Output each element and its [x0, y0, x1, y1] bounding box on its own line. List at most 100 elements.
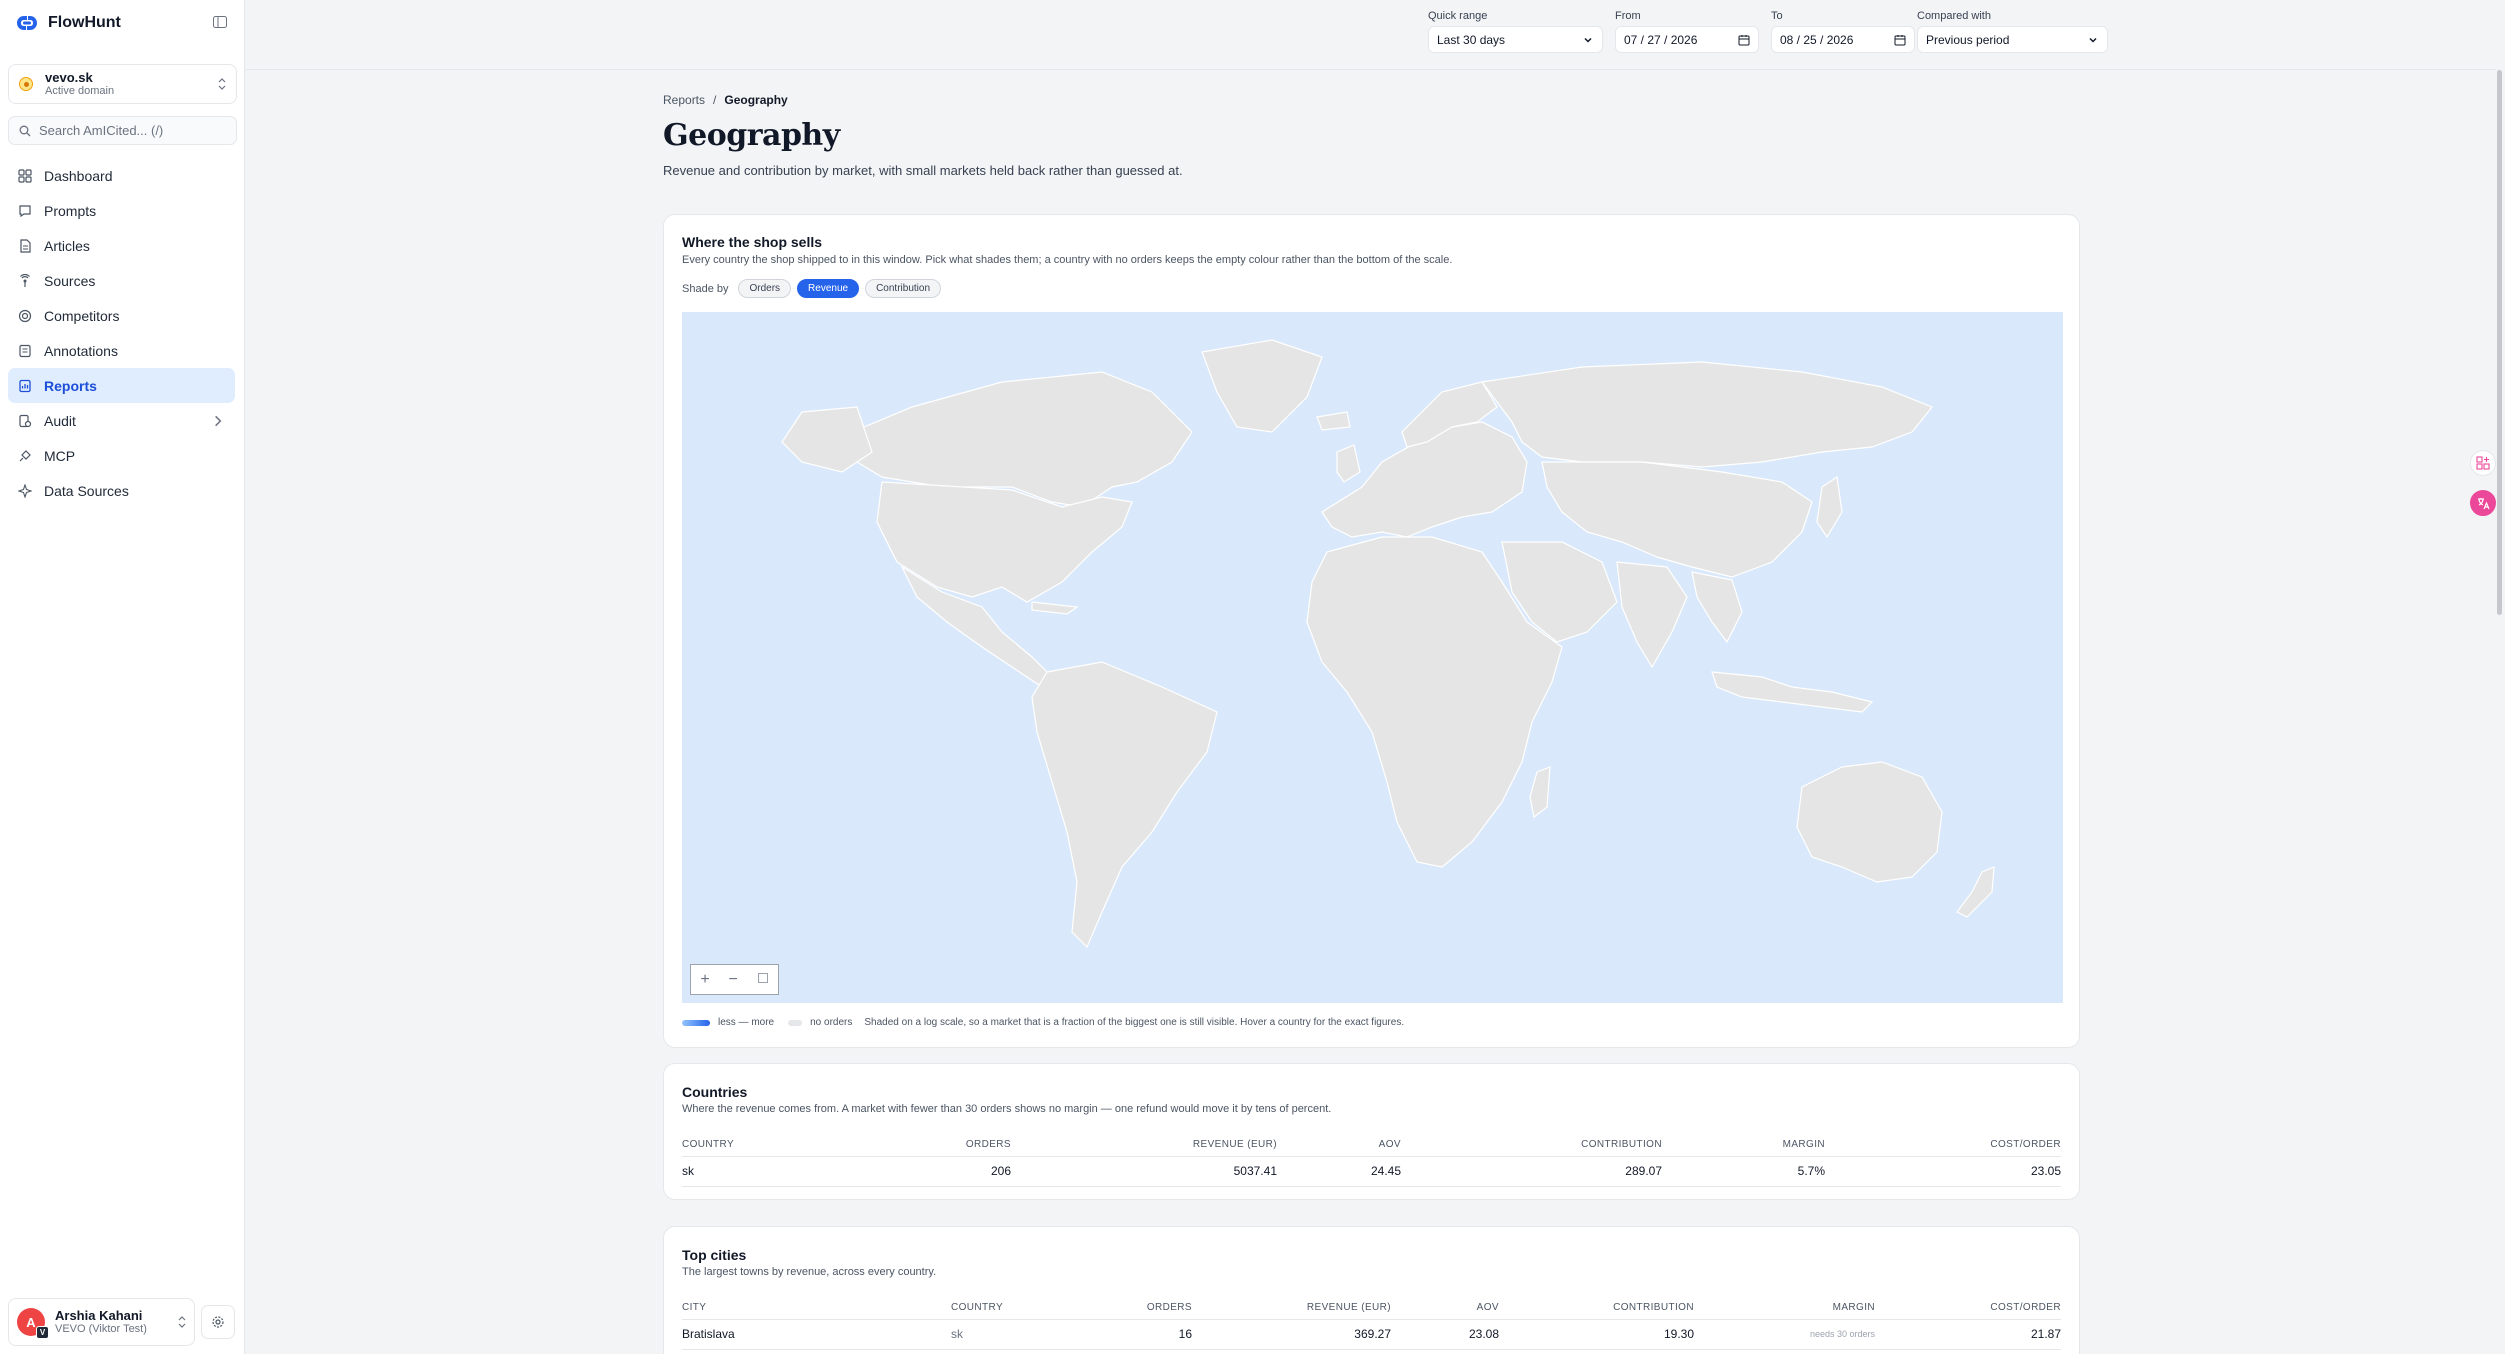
domain-status: Active domain — [45, 85, 115, 97]
sidebar-item-audit[interactable]: Audit — [8, 403, 235, 438]
user-org: VEVO (Viktor Test) — [55, 1323, 147, 1335]
to-date-input[interactable]: 08 / 25 / 2026 — [1771, 26, 1915, 53]
russia — [1480, 361, 1933, 468]
compared-value: Previous period — [1926, 32, 2010, 47]
zoom-in-button[interactable]: + — [700, 971, 709, 989]
sidebar-toggle-icon — [213, 16, 227, 28]
countries-card-desc: Where the revenue comes from. A market w… — [682, 1103, 1332, 1115]
from-date-input[interactable]: 07 / 27 / 2026 — [1615, 26, 1759, 53]
col-contribution[interactable]: Contribution — [1401, 1134, 1662, 1157]
broadcast-icon — [20, 273, 30, 287]
floating-translate-button[interactable] — [2470, 490, 2496, 516]
sidebar-item-label: Reports — [44, 377, 97, 394]
page-scrollbar[interactable] — [2497, 70, 2502, 615]
brand[interactable]: FlowHunt — [14, 12, 121, 34]
cell-aov: 23.08 — [1391, 1319, 1499, 1350]
indonesia — [1711, 671, 1874, 713]
sidebar-item-articles[interactable]: Articles — [8, 228, 235, 263]
col-revenue[interactable]: Revenue (EUR) — [1192, 1297, 1391, 1320]
sidebar-item-label: Annotations — [44, 342, 118, 359]
cell-cost-order: 23.05 — [1825, 1156, 2061, 1187]
domain-switcher[interactable]: vevo.sk Active domain — [8, 64, 237, 104]
col-country[interactable]: Country — [951, 1297, 1051, 1320]
zoom-out-button[interactable]: − — [728, 971, 737, 989]
japan — [1816, 475, 1843, 539]
calendar-icon — [1894, 34, 1906, 45]
plug-icon — [19, 449, 31, 461]
cell-contribution: 289.07 — [1401, 1156, 1662, 1187]
cities-card-title: Top cities — [682, 1247, 747, 1263]
cell-aov: 24.45 — [1277, 1156, 1401, 1187]
chevron-down-icon — [1584, 37, 1592, 43]
col-city[interactable]: City — [682, 1297, 951, 1320]
avatar-initial: A — [26, 1314, 36, 1330]
cities-table: City Country Orders Revenue (EUR) AOV Co… — [682, 1297, 2061, 1350]
search-box[interactable] — [8, 116, 237, 145]
user-menu-button[interactable]: A V Arshia Kahani VEVO (Viktor Test) — [8, 1298, 195, 1346]
quick-range-value: Last 30 days — [1437, 32, 1506, 47]
chevron-updown-icon — [218, 78, 226, 90]
compared-select[interactable]: Previous period — [1917, 26, 2108, 53]
brand-name: FlowHunt — [48, 14, 121, 31]
shade-contribution-button[interactable]: Contribution — [865, 279, 941, 298]
sidebar-item-sources[interactable]: Sources — [8, 263, 235, 298]
southeast-asia — [1691, 571, 1743, 644]
madagascar — [1529, 766, 1551, 819]
legend-empty-swatch — [788, 1019, 803, 1026]
sidebar-item-data-sources[interactable]: Data Sources — [8, 473, 235, 508]
greenland — [1201, 339, 1323, 433]
sidebar-item-label: MCP — [44, 447, 76, 464]
col-margin[interactable]: Margin — [1694, 1297, 1875, 1320]
col-country[interactable]: Country — [682, 1134, 862, 1157]
collapse-sidebar-button[interactable] — [210, 13, 230, 31]
col-margin[interactable]: Margin — [1662, 1134, 1825, 1157]
reset-view-icon[interactable] — [757, 971, 769, 989]
table-header-row: Country Orders Revenue (EUR) AOV Contrib… — [682, 1134, 2061, 1157]
page-subtitle: Revenue and contribution by market, with… — [663, 163, 1183, 178]
iceland — [1316, 411, 1351, 431]
compared-filter: Compared with Previous period — [1917, 10, 2108, 53]
col-aov[interactable]: AOV — [1277, 1134, 1401, 1157]
audit-icon — [19, 414, 32, 427]
cities-card-desc: The largest towns by revenue, across eve… — [682, 1266, 937, 1278]
col-orders[interactable]: Orders — [862, 1134, 1011, 1157]
sidebar-item-reports[interactable]: Reports — [8, 368, 235, 403]
table-row[interactable]: Bratislava sk 16 369.27 23.08 19.30 need… — [682, 1319, 2061, 1350]
col-cost-order[interactable]: Cost/Order — [1875, 1297, 2061, 1320]
from-label: From — [1615, 10, 1641, 22]
sidebar-item-mcp[interactable]: MCP — [8, 438, 235, 473]
report-icon — [19, 379, 31, 392]
quick-range-select[interactable]: Last 30 days — [1428, 26, 1603, 53]
cell-country: sk — [951, 1319, 1051, 1350]
floating-widget-button[interactable] — [2470, 450, 2496, 476]
quick-range-label: Quick range — [1428, 10, 1488, 22]
sidebar-item-prompts[interactable]: Prompts — [8, 193, 235, 228]
target-icon — [18, 309, 32, 322]
widget-icon — [2476, 456, 2490, 470]
col-cost-order[interactable]: Cost/Order — [1825, 1134, 2061, 1157]
translate-icon — [2478, 498, 2490, 510]
world-map[interactable]: + − — [682, 312, 2063, 1003]
settings-button[interactable] — [201, 1305, 235, 1339]
grid-icon — [18, 168, 32, 183]
cell-margin: 5.7% — [1662, 1156, 1825, 1187]
col-aov[interactable]: AOV — [1391, 1297, 1499, 1320]
sidebar-item-dashboard[interactable]: Dashboard — [8, 158, 235, 193]
sidebar-item-competitors[interactable]: Competitors — [8, 298, 235, 333]
search-input[interactable] — [39, 123, 219, 138]
sidebar-item-annotations[interactable]: Annotations — [8, 333, 235, 368]
sidebar-item-label: Dashboard — [44, 167, 113, 184]
breadcrumb-reports-link[interactable]: Reports — [663, 93, 705, 107]
shade-revenue-button[interactable]: Revenue — [797, 279, 860, 298]
world-map-svg — [781, 339, 1995, 949]
shade-by-label: Shade by — [682, 282, 729, 295]
col-orders[interactable]: Orders — [1051, 1297, 1192, 1320]
uk — [1336, 444, 1361, 483]
col-contribution[interactable]: Contribution — [1499, 1297, 1694, 1320]
table-row[interactable]: sk 206 5037.41 24.45 289.07 5.7% 23.05 — [682, 1156, 2061, 1187]
map-zoom-controls: + − — [690, 964, 779, 995]
shade-orders-button[interactable]: Orders — [738, 279, 792, 298]
avatar: A V — [17, 1308, 49, 1339]
breadcrumb-separator: / — [713, 93, 717, 107]
col-revenue[interactable]: Revenue (EUR) — [1011, 1134, 1277, 1157]
